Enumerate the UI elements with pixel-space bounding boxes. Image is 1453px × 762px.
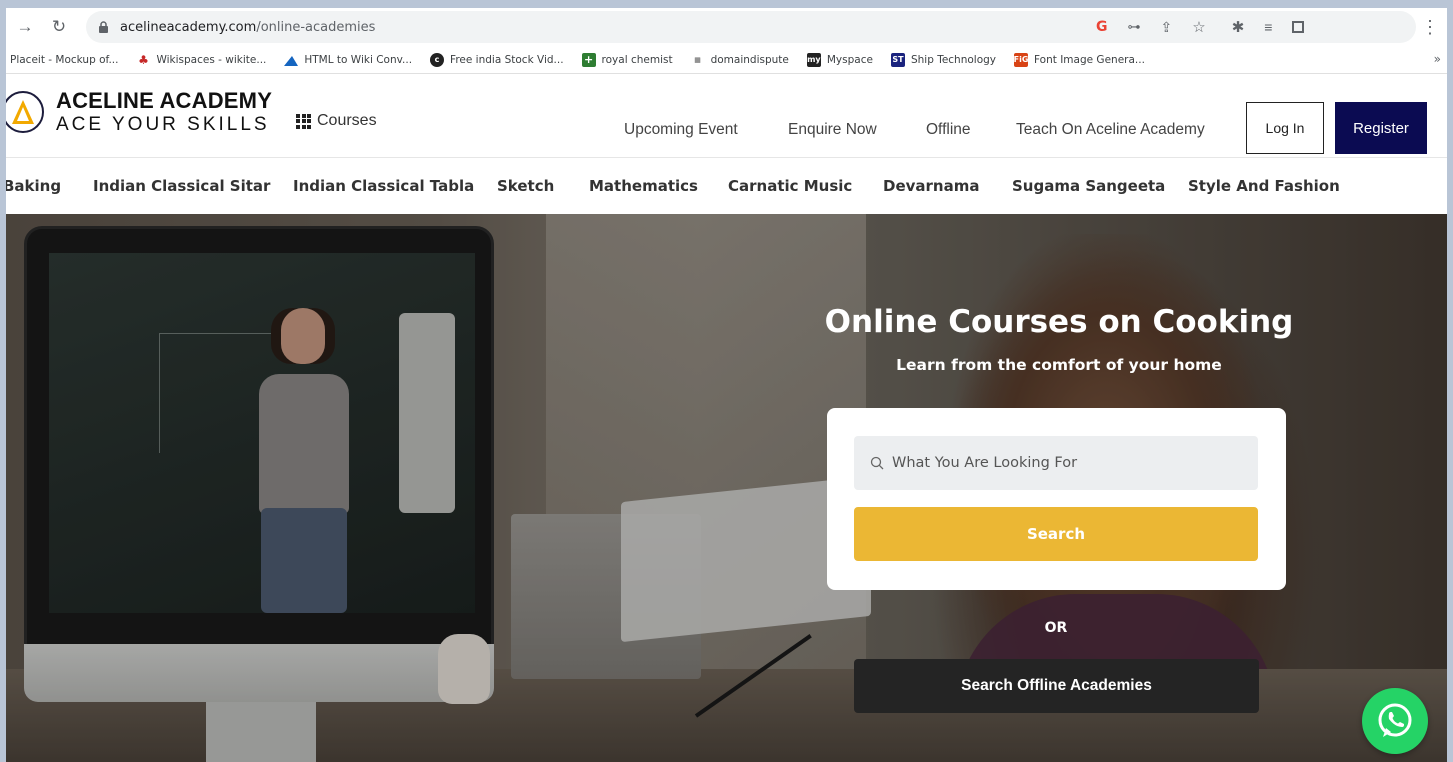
nav-offline[interactable]: Offline [926,121,971,139]
bookmarks-overflow-icon[interactable]: » [1434,52,1441,66]
login-button[interactable]: Log In [1246,102,1324,154]
register-button[interactable]: Register [1335,102,1427,154]
url-path: /online-academies [256,19,376,35]
search-icon [870,456,884,470]
ship-technology-icon: ST [890,52,905,67]
bookmark-label: Myspace [826,53,873,66]
category-nav: Baking Indian Classical Sitar Indian Cla… [6,158,1447,214]
cross-icon: + [581,52,596,67]
hero-title: Online Courses on Cooking [824,304,1294,340]
bookmark-label: Font Image Genera... [1034,53,1145,66]
star-icon[interactable]: ☆ [1192,18,1205,36]
search-button[interactable]: Search [854,507,1258,561]
bookmark-label: Free india Stock Vid... [450,53,564,66]
sidepanel-icon[interactable] [1292,21,1305,33]
search-input[interactable] [892,455,1232,471]
bookmark-label: Ship Technology [910,53,997,66]
circle-icon: c [430,52,445,67]
category-sugama-sangeeta[interactable]: Sugama Sangeeta [1012,177,1165,195]
kebab-menu-icon[interactable]: ⋮ [1421,17,1439,38]
category-sitar[interactable]: Indian Classical Sitar [93,177,270,195]
bookmark-item[interactable]: FiG Font Image Genera... [1014,52,1145,67]
courses-label: Courses [317,112,377,129]
bookmarks-bar: Placeit - Mockup of... ♣ Wikispaces - wik… [6,46,1447,74]
category-tabla[interactable]: Indian Classical Tabla [293,177,474,195]
myspace-icon: my [806,52,821,67]
search-offline-academies-button[interactable]: Search Offline Academies [854,659,1259,713]
bookmark-item[interactable]: ST Ship Technology [890,52,997,67]
google-icon[interactable]: G [1096,19,1108,35]
bookmark-item[interactable]: c Free india Stock Vid... [430,52,564,67]
nav-teach-on-aceline[interactable]: Teach On Aceline Academy [1016,121,1205,139]
whatsapp-icon[interactable] [1362,688,1428,754]
url-host: acelineacademy.com [120,19,257,35]
search-field[interactable] [854,436,1258,490]
browser-window: → ↻ acelineacademy.com/online-academies … [6,8,1447,762]
nav-enquire-now[interactable]: Enquire Now [788,121,877,139]
category-sketch[interactable]: Sketch [497,177,554,195]
logo-title: ACELINE ACADEMY [56,88,273,113]
forward-arrow-icon[interactable]: → [12,14,38,40]
font-image-icon: FiG [1014,52,1028,67]
category-baking[interactable]: Baking [6,177,61,195]
logo-tagline: ACE YOUR SKILLS [56,114,270,135]
bookmark-label: Placeit - Mockup of... [10,53,119,66]
bookmark-label: Wikispaces - wikite... [156,53,267,66]
hero-section: Online Courses on Cooking Learn from the… [6,214,1447,762]
bookmark-item[interactable]: Placeit - Mockup of... [10,54,118,66]
share-icon[interactable]: ⇪ [1161,19,1173,36]
nav-upcoming-event[interactable]: Upcoming Event [624,121,738,139]
bookmark-item[interactable]: ♣ Wikispaces - wikite... [136,53,266,67]
category-mathematics[interactable]: Mathematics [589,177,698,195]
key-icon[interactable]: ⊶ [1128,19,1141,35]
bookmark-item[interactable]: my Myspace [806,52,873,67]
plant-icon: ♣ [138,52,149,67]
playlist-icon[interactable]: ≡ [1264,19,1272,35]
reload-icon[interactable]: ↻ [46,14,72,40]
bookmark-label: domaindispute [710,53,789,66]
bookmark-label: royal chemist [601,53,673,66]
puzzle-icon[interactable]: ✱ [1232,18,1245,36]
chart-icon [284,53,299,67]
site-logo[interactable]: ACELINE ACADEMY ACE YOUR SKILLS [6,90,272,134]
logo-emblem-icon [6,91,44,133]
hero-subtitle: Learn from the comfort of your home [896,356,1222,374]
bookmark-label: HTML to Wiki Conv... [304,53,413,66]
bookmark-item[interactable]: + royal chemist [581,52,673,67]
category-devarnama[interactable]: Devarnama [883,177,979,195]
bookmark-item[interactable]: ▦ domaindispute [691,53,789,67]
url-text[interactable]: acelineacademy.com/online-academies [120,20,375,35]
courses-menu[interactable]: Courses [296,112,377,130]
site-header: ACELINE ACADEMY ACE YOUR SKILLS Courses … [6,74,1447,158]
address-bar-row: → ↻ acelineacademy.com/online-academies … [6,8,1447,46]
domain-icon: ▦ [694,55,701,64]
or-divider-text: OR [1044,620,1068,636]
grid-icon [296,113,311,129]
search-card: Search [827,408,1286,590]
lock-icon [98,20,112,34]
bookmark-item[interactable]: HTML to Wiki Conv... [284,53,412,67]
category-style-fashion[interactable]: Style And Fashion [1188,177,1340,195]
category-carnatic-music[interactable]: Carnatic Music [728,177,852,195]
